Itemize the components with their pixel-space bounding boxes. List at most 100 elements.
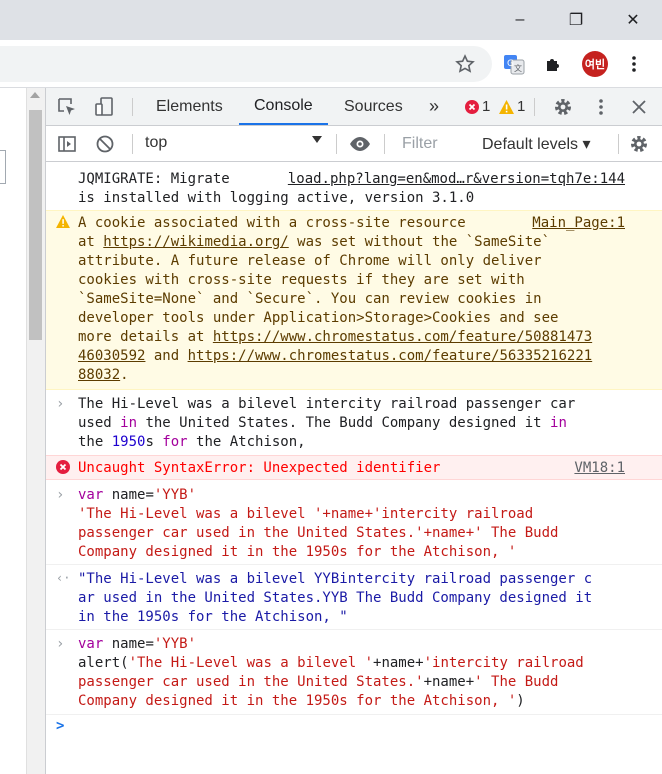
console-warning-message: A cookie associated with a cross-site re… [46, 210, 662, 390]
warning-link[interactable]: https://wikimedia.org/ [103, 234, 288, 250]
filter-input[interactable]: Filter [396, 132, 468, 156]
string-literal: 'intercity railroad [423, 655, 584, 671]
bookmark-star-icon[interactable] [451, 50, 479, 78]
keyword: in [120, 415, 138, 431]
keyword: for [162, 434, 188, 450]
console-prompt[interactable]: > [46, 716, 662, 774]
code-line: the 1950s for the Atchison, [78, 433, 575, 452]
result-value[interactable]: "The Hi-Level was a bilevel YYBintercity… [78, 570, 592, 627]
error-source-link[interactable]: VM18:1 [574, 459, 625, 478]
scroll-up-arrow-icon[interactable] [30, 92, 40, 98]
result-line: in the 1950s for the Atchison, " [78, 609, 348, 625]
close-window-button[interactable]: ✕ [610, 0, 656, 40]
settings-gear-icon[interactable] [552, 96, 574, 118]
toolbar-divider [132, 134, 133, 154]
devtools-panel: Elements Console Sources » 1 1 top Filte… [45, 88, 662, 774]
live-expression-eye-icon[interactable] [348, 133, 372, 155]
text: alert( [78, 655, 129, 671]
page-scrollbar-thumb[interactable] [29, 110, 42, 340]
keyword: var [78, 487, 104, 503]
devtools-menu-icon[interactable] [592, 96, 610, 118]
show-sidebar-icon[interactable] [56, 133, 78, 155]
code-line: alert('The Hi-Level was a bilevel '+name… [78, 654, 584, 673]
context-selector[interactable]: top [145, 134, 167, 152]
inspect-element-icon[interactable] [56, 96, 78, 118]
page-search-box-edge [0, 150, 6, 184]
toolbar-divider [384, 134, 385, 154]
warning-link[interactable]: https://www.chromestatus.com/feature/563… [188, 348, 593, 364]
keyword: in [550, 415, 567, 431]
log-levels-dropdown[interactable]: Default levels ▾ [482, 134, 591, 154]
warning-link[interactable]: 46030592 [78, 348, 145, 364]
error-text: Uncaught SyntaxError: Unexpected identif… [78, 460, 441, 476]
toolbar-divider [618, 134, 619, 154]
text: . [120, 367, 129, 383]
browser-menu-icon[interactable] [620, 50, 648, 78]
string-literal: ' The Budd [474, 674, 559, 690]
browser-toolbar: G文 여빈 [0, 40, 662, 88]
log-line: is installed with logging active, versio… [78, 190, 475, 206]
translate-extension-icon[interactable]: G文 [500, 50, 528, 78]
console-toolbar: top Filter Default levels ▾ [46, 126, 662, 162]
devtools-tab-bar: Elements Console Sources » 1 1 [46, 88, 662, 126]
warning-count[interactable]: 1 [517, 88, 525, 125]
warning-line: `SameSite=None` and `Secure`. You can re… [78, 291, 542, 307]
entry-divider [46, 564, 662, 565]
code-line: used in the United States. The Budd Comp… [78, 414, 575, 433]
text: the Atchison, [187, 434, 306, 450]
warning-link[interactable]: https://www.chromestatus.com/feature/508… [213, 329, 592, 345]
warning-link[interactable]: 88032 [78, 367, 120, 383]
minimize-button[interactable]: – [497, 0, 543, 40]
result-line: "The Hi-Level was a bilevel YYBintercity… [78, 571, 593, 587]
address-bar[interactable] [0, 46, 492, 82]
warning-count-icon[interactable] [498, 98, 514, 116]
text: at [78, 234, 104, 250]
warning-line: 46030592 and https://www.chromestatus.co… [78, 347, 592, 366]
error-count[interactable]: 1 [482, 88, 490, 125]
string-literal: passenger car used in the United States.… [78, 674, 424, 690]
more-tabs-button[interactable]: » [429, 88, 439, 125]
restore-button[interactable]: ❐ [553, 0, 599, 40]
input-chevron-icon: › [56, 396, 65, 412]
tab-console[interactable]: Console [239, 88, 328, 125]
toolbar-divider [132, 98, 133, 116]
tab-sources[interactable]: Sources [344, 88, 403, 125]
keyword: var [78, 636, 104, 652]
number-literal: 1950 [111, 434, 146, 450]
tab-elements[interactable]: Elements [156, 88, 223, 125]
device-toolbar-icon[interactable] [94, 96, 116, 118]
console-result-entry: ‹· "The Hi-Level was a bilevel YYBinterc… [46, 568, 662, 626]
error-count-icon[interactable] [464, 98, 480, 116]
string-literal: Company designed it in the 1950s for the… [78, 693, 517, 709]
extensions-puzzle-icon[interactable] [539, 50, 567, 78]
console-log-message: JQMIGRATE: Migrate is installed with log… [46, 170, 662, 208]
console-input-entry: › var name='YYB' alert('The Hi-Level was… [46, 633, 662, 711]
warning-icon [56, 215, 70, 234]
text: ) [516, 693, 525, 709]
entry-divider [46, 714, 662, 715]
log-source-link[interactable]: load.php?lang=en&mod…r&version=tqh7e:144 [288, 170, 625, 189]
console-settings-gear-icon[interactable] [628, 133, 650, 155]
warning-line: at https://wikimedia.org/ was set withou… [78, 233, 592, 252]
close-devtools-icon[interactable] [628, 96, 650, 118]
string-literal: 'YYB' [153, 487, 197, 503]
error-icon [56, 460, 70, 480]
warning-source-link[interactable]: Main_Page:1 [532, 214, 625, 233]
warning-line: developer tools under Application>Storag… [78, 310, 559, 326]
code-line: passenger car used in the United States.… [78, 673, 584, 692]
console-input-entry: › The Hi-Level was a bilevel intercity r… [46, 393, 662, 453]
profile-avatar[interactable]: 여빈 [582, 51, 608, 77]
string-literal: 'The Hi-Level was a bilevel ' [128, 655, 374, 671]
code-line: var name='YYB' [78, 486, 558, 505]
clear-console-icon[interactable] [94, 133, 116, 155]
code-line: The Hi-Level was a bilevel intercity rai… [78, 396, 576, 412]
warning-line: 88032. [78, 366, 592, 385]
svg-text:G: G [507, 59, 514, 69]
context-dropdown-arrow-icon[interactable] [312, 136, 322, 143]
warning-line: more details at https://www.chromestatus… [78, 328, 592, 347]
toolbar-divider [336, 134, 337, 154]
text: more details at [78, 329, 213, 345]
text: and [145, 348, 188, 364]
warning-line: A cookie associated with a cross-site re… [78, 215, 466, 231]
input-code: var name='YYB' 'The Hi-Level was a bilev… [78, 486, 558, 562]
